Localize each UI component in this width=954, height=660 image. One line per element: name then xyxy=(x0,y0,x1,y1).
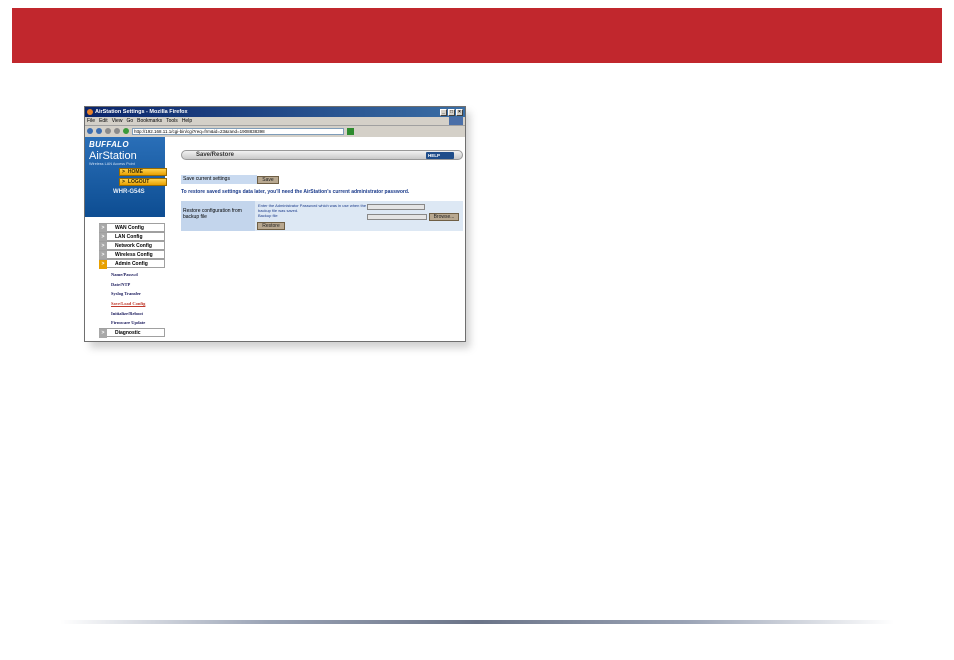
save-row-label: Save current settings xyxy=(181,175,257,184)
page-title: Save/Restore xyxy=(196,152,235,158)
browser-throbber-icon xyxy=(449,117,463,125)
backup-file-input[interactable] xyxy=(367,214,427,220)
home-icon[interactable] xyxy=(123,128,129,134)
save-row: Save current settings Save xyxy=(181,175,465,184)
chevron-right-icon: > xyxy=(122,179,125,185)
menu-help[interactable]: Help xyxy=(182,118,192,124)
menu-edit[interactable]: Edit xyxy=(99,118,108,124)
router-admin-page: BUFFALO AirStation Wireless LAN Access P… xyxy=(85,137,465,341)
menu-go[interactable]: Go xyxy=(126,118,133,124)
browser-window: AirStation Settings - Mozilla Firefox _ … xyxy=(84,106,466,342)
header-banner xyxy=(12,8,942,63)
window-title: AirStation Settings - Mozilla Firefox xyxy=(95,109,188,115)
airstation-logo: AirStation xyxy=(89,150,137,162)
menu-view[interactable]: View xyxy=(112,118,123,124)
reload-icon[interactable] xyxy=(105,128,111,134)
forward-icon[interactable] xyxy=(96,128,102,134)
submenu-initialize-reboot[interactable]: Initialize/Reboot xyxy=(85,309,165,319)
admin-password-input[interactable] xyxy=(367,204,425,210)
chevron-right-icon: > xyxy=(122,169,125,175)
product-subtitle: Wireless LAN Access Point xyxy=(89,162,135,166)
help-button[interactable]: HELP xyxy=(426,151,454,159)
submenu-save-load-config[interactable]: Save/Load Config xyxy=(85,299,165,309)
brand-panel: BUFFALO AirStation Wireless LAN Access P… xyxy=(85,137,167,217)
browser-toolbar: http://192.168.11.1/cgi-bin/cgi?req=frm&… xyxy=(85,126,465,136)
footer-rule xyxy=(60,620,894,624)
go-icon[interactable] xyxy=(347,127,354,135)
address-bar[interactable]: http://192.168.11.1/cgi-bin/cgi?req=frm&… xyxy=(132,127,344,135)
logout-button[interactable]: > LOGOUT xyxy=(119,178,167,186)
chevron-right-icon: > xyxy=(99,260,107,269)
restore-label: Restore configuration from backup file xyxy=(181,201,255,231)
submenu-date-ntp[interactable]: Date/NTP xyxy=(85,280,165,290)
restore-button[interactable]: Restore xyxy=(257,222,285,230)
document-page: AirStation Settings - Mozilla Firefox _ … xyxy=(0,0,954,660)
model-name: WHR-G54S xyxy=(113,189,145,195)
browse-button[interactable]: Browse... xyxy=(429,213,459,221)
menu-bookmarks[interactable]: Bookmarks xyxy=(137,118,162,124)
stop-icon[interactable] xyxy=(114,128,120,134)
chevron-right-icon: > xyxy=(99,329,107,339)
firefox-icon xyxy=(87,109,93,115)
save-button[interactable]: Save xyxy=(257,175,279,184)
sidebar-item-diagnostic[interactable]: > Diagnostic xyxy=(99,328,165,339)
window-controls: _ □ × xyxy=(440,108,465,116)
close-button[interactable]: × xyxy=(456,108,463,116)
submenu-firmware-update[interactable]: Firmware Update xyxy=(85,318,165,328)
minimize-button[interactable]: _ xyxy=(440,108,447,116)
submenu-name-passwd[interactable]: Name/Passwd xyxy=(85,270,165,280)
sidebar-item-wireless-config[interactable]: > Wireless Config xyxy=(99,250,165,260)
sidebar-item-wan-config[interactable]: > WAN Config xyxy=(99,223,165,233)
maximize-button[interactable]: □ xyxy=(448,108,455,116)
home-button[interactable]: > HOME xyxy=(119,168,167,176)
submenu-syslog-transfer[interactable]: Syslog Transfer xyxy=(85,289,165,299)
browser-menubar: File Edit View Go Bookmarks Tools Help xyxy=(85,117,465,126)
menu-tools[interactable]: Tools xyxy=(166,118,178,124)
back-icon[interactable] xyxy=(87,128,93,134)
sidebar-item-network-config[interactable]: > Network Config xyxy=(99,241,165,251)
menu-file[interactable]: File xyxy=(87,118,95,124)
sidebar-item-lan-config[interactable]: > LAN Config xyxy=(99,232,165,242)
main-content: Save/Restore HELP Save current settings … xyxy=(167,137,465,341)
password-hint: Enter the Administrator Password which w… xyxy=(258,203,367,213)
restore-fields: Enter the Administrator Password which w… xyxy=(255,201,463,231)
page-title-bar: Save/Restore HELP xyxy=(181,150,463,160)
browser-titlebar: AirStation Settings - Mozilla Firefox _ … xyxy=(85,107,465,117)
restore-notice: To restore saved settings data later, yo… xyxy=(181,189,410,195)
buffalo-logo: BUFFALO xyxy=(89,140,129,149)
restore-section: Restore configuration from backup file E… xyxy=(181,201,463,231)
sidebar: BUFFALO AirStation Wireless LAN Access P… xyxy=(85,137,167,341)
sidebar-item-admin-config[interactable]: > Admin Config xyxy=(99,259,165,269)
